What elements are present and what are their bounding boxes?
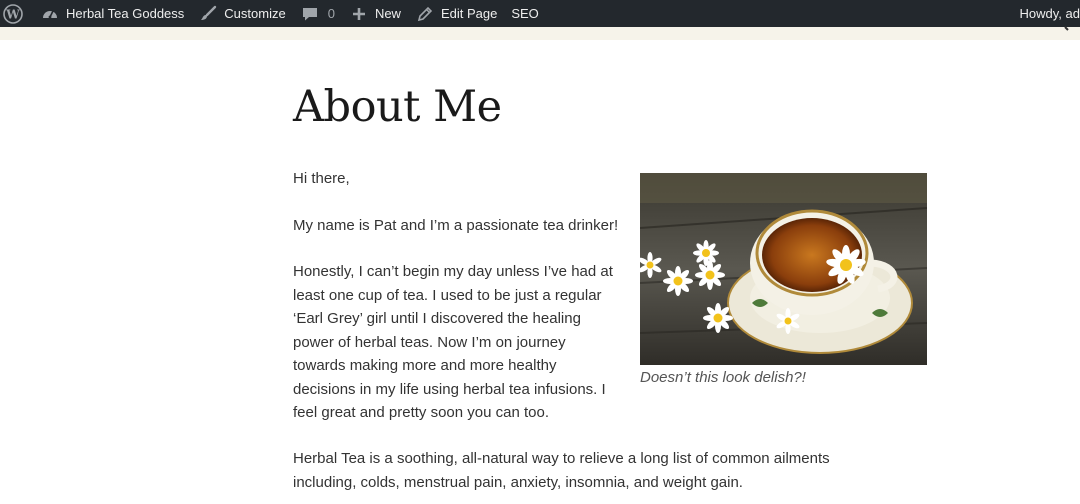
paragraph-story: Honestly, I can’t begin my day unless I’…: [293, 263, 613, 421]
seo-link[interactable]: SEO: [504, 0, 545, 27]
paintbrush-icon: [198, 4, 218, 24]
edit-page-link[interactable]: Edit Page: [408, 0, 504, 27]
search-icon[interactable]: [1062, 23, 1076, 42]
pencil-icon: [415, 4, 435, 24]
comments-count: 0: [327, 6, 335, 21]
customize-link[interactable]: Customize: [191, 0, 292, 27]
site-header: [0, 26, 1080, 40]
paragraph-herbal-tea: Herbal Tea is a soothing, all-natural wa…: [293, 450, 830, 491]
image-figure: Doesn’t this look delish?!: [640, 173, 927, 386]
seo-label: SEO: [511, 6, 539, 21]
comment-bubble-icon: [300, 4, 320, 24]
site-name-label: Herbal Tea Goddess: [66, 6, 185, 21]
image-caption: Doesn’t this look delish?!: [640, 369, 806, 386]
wordpress-logo-icon: W: [3, 3, 23, 24]
tea-cup-image[interactable]: [640, 173, 927, 365]
edit-page-label: Edit Page: [440, 6, 498, 21]
paragraph-intro: My name is Pat and I’m a passionate tea …: [293, 217, 619, 234]
new-content-link[interactable]: New: [342, 0, 408, 27]
wordpress-menu[interactable]: W: [0, 0, 33, 27]
svg-text:W: W: [5, 7, 20, 21]
admin-bar: W Herbal Tea Goddess Customize 0 New Edi…: [0, 0, 1080, 27]
dashboard-icon: [40, 4, 60, 24]
paragraph-greeting: Hi there,: [293, 170, 350, 187]
howdy-label: Howdy, ad: [1019, 6, 1080, 21]
page-title: About Me: [293, 82, 502, 132]
comments-link[interactable]: 0: [293, 0, 342, 27]
plus-icon: [349, 4, 369, 24]
new-label: New: [374, 6, 401, 21]
customize-label: Customize: [224, 6, 286, 21]
site-name-link[interactable]: Herbal Tea Goddess: [33, 0, 191, 27]
